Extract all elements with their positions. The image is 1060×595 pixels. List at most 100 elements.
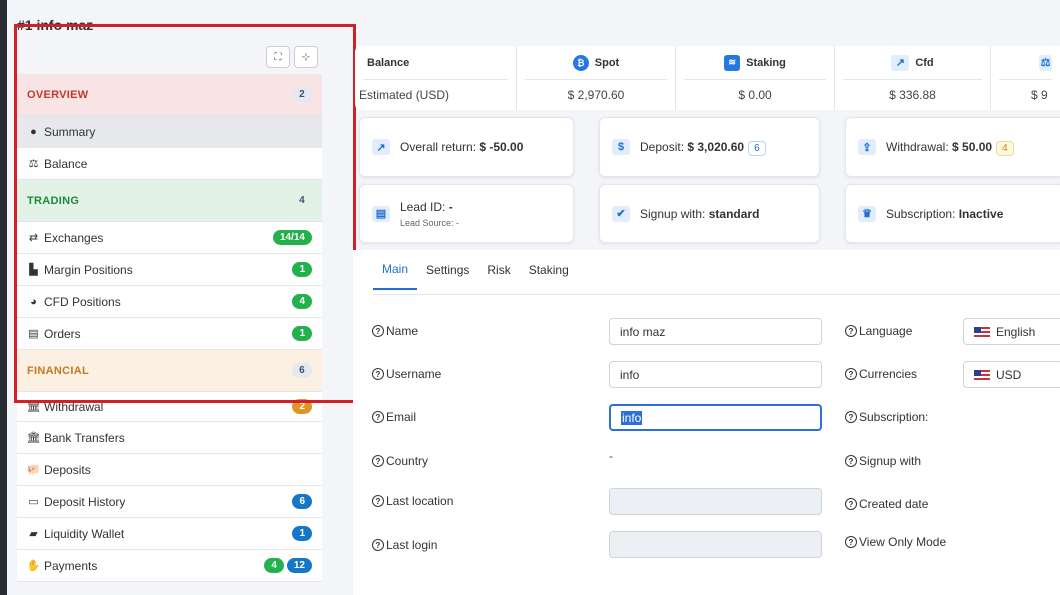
sidebar-item-bank-transfers[interactable]: 🏛 Bank Transfers: [17, 422, 322, 454]
sidebar-item-label: Orders: [44, 326, 81, 341]
expand-icon[interactable]: ⛶: [266, 46, 290, 68]
help-icon[interactable]: ?: [845, 325, 857, 337]
help-icon[interactable]: ?: [845, 498, 857, 510]
sidebar-item-label: Payments: [44, 558, 98, 573]
sidebar-item-label: Margin Positions: [44, 262, 133, 277]
sidebar-item-margin-positions[interactable]: ▙ Margin Positions 1: [17, 254, 322, 286]
card-value: standard: [708, 206, 760, 221]
line-chart-icon: ↗: [891, 54, 910, 71]
scale-icon: ⚖: [28, 158, 39, 170]
main-panel: Main Settings Risk Staking ? Name ? Userna…: [353, 250, 1060, 595]
coins-stack-icon: ≋: [724, 54, 741, 71]
card-label: Subscription:: [886, 206, 956, 221]
count-badge: 1: [292, 326, 312, 341]
help-icon[interactable]: ?: [845, 411, 857, 423]
help-icon[interactable]: ?: [845, 368, 857, 380]
sidebar-item-label: Withdrawal: [44, 399, 104, 414]
section-trading[interactable]: TRADING 4: [17, 180, 322, 222]
sidebar-item-deposits[interactable]: 🐖 Deposits: [17, 454, 322, 486]
language-select[interactable]: English: [963, 318, 1060, 345]
card-tag: 6: [748, 141, 766, 156]
tab-settings[interactable]: Settings: [417, 250, 478, 290]
balance-column-name: Spot: [594, 56, 620, 69]
tab-staking[interactable]: Staking: [520, 250, 578, 290]
country-label: ? Country: [372, 454, 428, 468]
sidebar-item-withdrawal[interactable]: 🏛 Withdrawal 2: [17, 392, 322, 422]
created-date-label: ? Created date: [845, 497, 928, 511]
section-financial[interactable]: FINANCIAL 6: [17, 350, 322, 392]
balance-label-column: Balance Estimated (USD): [355, 46, 517, 110]
balance-row-label: Estimated (USD): [359, 88, 450, 102]
tab-main[interactable]: Main: [373, 250, 418, 290]
help-icon[interactable]: ?: [845, 455, 857, 467]
balance-column-spot: ₿ Spot $ 2,970.60: [517, 46, 676, 110]
last-location-input: [609, 488, 822, 515]
balance-column-value: $ 2,970.60: [567, 88, 625, 102]
username-input[interactable]: info: [609, 361, 822, 388]
card-value: -: [448, 199, 453, 214]
sidebar-item-orders[interactable]: ▤ Orders 1: [17, 318, 322, 350]
balance-table: Balance Estimated (USD) ₿ Spot $ 2,970.60…: [355, 46, 1060, 110]
section-trading-label: TRADING: [27, 194, 80, 207]
sidebar-item-label: Balance: [44, 156, 88, 171]
card-value: Inactive: [958, 206, 1004, 221]
email-input[interactable]: info: [609, 404, 822, 431]
sidebar-tools: ⛶ ⊹: [266, 46, 318, 68]
section-financial-count: 6: [292, 363, 312, 378]
sidebar-item-deposit-history[interactable]: ▭ Deposit History 6: [17, 486, 322, 518]
section-overview-label: OVERVIEW: [27, 88, 89, 101]
help-icon[interactable]: ?: [372, 539, 384, 551]
balance-column-cfd: ↗ Cfd $ 336.88: [835, 46, 991, 110]
chart-icon: ▙: [29, 264, 38, 276]
card-withdrawal: ⇪ Withdrawal: $ 50.00 4: [845, 117, 1060, 177]
help-icon[interactable]: ?: [845, 536, 857, 548]
sidebar-item-liquidity-wallet[interactable]: ▰ Liquidity Wallet 1: [17, 518, 322, 550]
currency-select[interactable]: USD: [963, 361, 1060, 388]
user-check-icon: ✔: [612, 205, 630, 222]
lead-source: Lead Source: -: [400, 217, 460, 228]
count-badge: 1: [292, 262, 312, 277]
count-badge: 12: [286, 558, 312, 573]
list-icon: ▤: [28, 328, 39, 340]
money-icon: $: [612, 139, 630, 155]
sidebar-item-payments[interactable]: ✋ Payments 4 12: [17, 550, 322, 582]
card-value: $ 50.00: [952, 140, 993, 154]
window-edge: [0, 0, 7, 595]
last-location-label: ? Last location: [372, 494, 453, 508]
selected-text: info: [621, 410, 643, 425]
card-label: Signup with:: [640, 206, 706, 221]
view-only-mode-label: ? View Only Mode: [845, 535, 946, 549]
help-icon[interactable]: ?: [372, 411, 384, 423]
sidebar-item-label: Summary: [44, 124, 96, 139]
name-input[interactable]: info maz: [609, 318, 822, 345]
tab-risk[interactable]: Risk: [478, 250, 519, 290]
balance-header: Balance: [363, 46, 508, 80]
sidebar-item-summary[interactable]: ● Summary: [17, 116, 322, 148]
sidebar-item-balance[interactable]: ⚖ Balance: [17, 148, 322, 180]
help-icon[interactable]: ?: [372, 368, 384, 380]
sidebar-item-label: CFD Positions: [44, 294, 121, 309]
balance-column-staking: ≋ Staking $ 0.00: [676, 46, 835, 110]
card-lead: ▤ Lead ID: - Lead Source: -: [359, 184, 574, 243]
collapse-icon[interactable]: ⊹: [294, 46, 318, 68]
help-icon[interactable]: ?: [372, 455, 384, 467]
count-badge: 14/14: [272, 230, 312, 245]
help-icon[interactable]: ?: [372, 325, 384, 337]
sidebar-item-exchanges[interactable]: ⇄ Exchanges 14/14: [17, 222, 322, 254]
card-label: Withdrawal:: [886, 140, 949, 154]
piggy-bank-icon: 🐖: [26, 464, 41, 476]
card-value: $ -50.00: [479, 140, 524, 154]
balance-column-name: Cfd: [915, 56, 934, 69]
sidebar-item-label: Deposit History: [44, 494, 126, 509]
help-icon[interactable]: ?: [372, 495, 384, 507]
section-financial-label: FINANCIAL: [27, 364, 89, 377]
count-badge: 6: [292, 494, 312, 509]
user-circle-icon: ●: [30, 125, 37, 138]
section-overview[interactable]: OVERVIEW 2: [17, 74, 322, 116]
spot-coin-icon: ₿: [572, 54, 589, 71]
sidebar-item-label: Deposits: [44, 462, 91, 477]
wallet-icon: ▰: [29, 528, 38, 540]
sidebar-item-cfd-positions[interactable]: ◕ CFD Positions 4: [17, 286, 322, 318]
withdraw-icon: ⇪: [858, 139, 876, 155]
sidebar-item-label: Bank Transfers: [44, 430, 125, 445]
